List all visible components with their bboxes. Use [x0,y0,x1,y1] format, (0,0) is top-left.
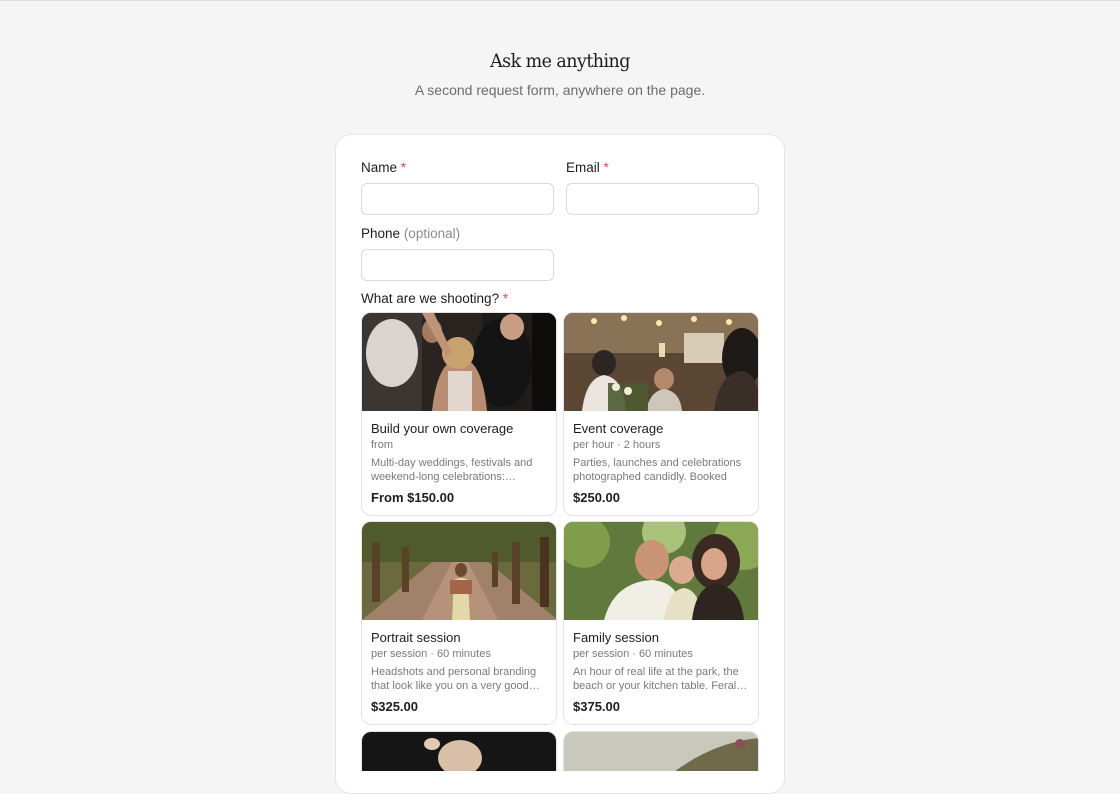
required-mark: * [502,291,509,306]
shooting-label: What are we shooting? * [361,289,508,309]
baby-photo [362,732,556,771]
service-option-build-your-own[interactable]: Build your own coverage from Multi-day w… [361,312,557,516]
service-description: Multi-day weddings, festivals and weeken… [371,457,533,483]
service-option-event-coverage[interactable]: Event coverage per hour · 2 hours Partie… [563,312,759,516]
service-meta: per session · 60 minutes [371,648,491,660]
event-toast-photo [564,313,758,411]
service-meta: from [371,439,393,451]
service-price: $250.00 [573,490,620,505]
service-description: Headshots and personal branding that loo… [371,666,540,692]
phone-input[interactable] [361,249,554,281]
service-name: Portrait session [371,630,461,645]
name-field-group: Name * [361,158,554,215]
name-label-text: Name [361,160,398,175]
service-option-partial[interactable] [563,731,759,771]
service-name: Event coverage [573,421,664,436]
email-input[interactable] [566,183,759,215]
required-mark: * [603,160,609,175]
phone-label: Phone (optional) [361,224,554,244]
email-label: Email * [566,158,759,178]
optional-note: (optional) [403,226,461,241]
service-description: An hour of real life at the park, the be… [573,666,748,692]
request-form-card: Name * Email * Phone (optional) What are… [335,134,785,794]
orchard-portrait-photo [362,522,556,620]
phone-label-text: Phone [361,226,401,241]
required-mark: * [400,160,407,175]
page-subtitle: A second request form, anywhere on the p… [414,82,706,98]
service-option-partial[interactable] [361,731,557,771]
service-description: Parties, launches and celebrations photo… [573,457,742,483]
service-option-family-session[interactable]: Family session per session · 60 minutes … [563,521,759,725]
page-title: Ask me anything [490,50,630,72]
family-portrait-photo [564,522,758,620]
service-name: Family session [573,630,659,645]
service-price: $375.00 [573,699,620,714]
service-name: Build your own coverage [371,421,514,436]
shooting-label-text: What are we shooting? [361,291,500,306]
top-divider [0,0,1120,1]
name-label: Name * [361,158,554,178]
service-meta: per hour · 2 hours [573,439,661,451]
phone-field-group: Phone (optional) [361,224,554,281]
service-price: From $150.00 [371,490,455,505]
landscape-photo [564,732,758,771]
page-header: Ask me anything A second request form, a… [0,50,1120,98]
service-meta: per session · 60 minutes [573,648,693,660]
email-label-text: Email [566,160,600,175]
email-field-group: Email * [566,158,759,215]
service-price: $325.00 [371,699,418,714]
wedding-dance-photo [362,313,556,411]
name-input[interactable] [361,183,554,215]
service-option-portrait-session[interactable]: Portrait session per session · 60 minute… [361,521,557,725]
